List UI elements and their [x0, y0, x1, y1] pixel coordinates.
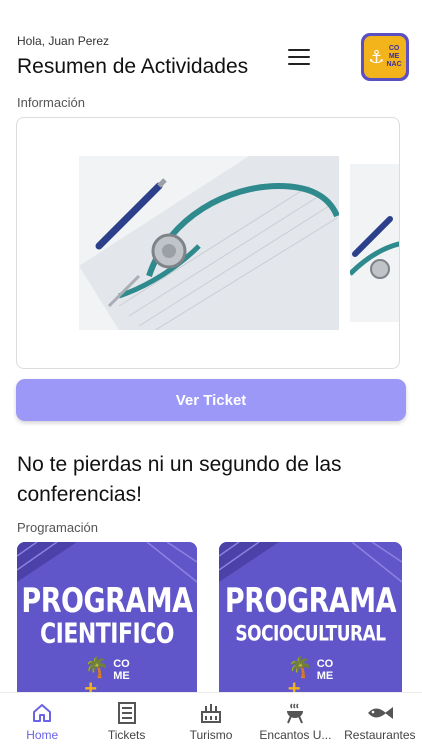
bottom-nav: Home Tickets Turismo Encantos U... Resta…: [0, 692, 422, 750]
logo-text-line: ME: [388, 53, 400, 60]
logo-text-line: ME: [113, 670, 130, 682]
ver-ticket-button[interactable]: Ver Ticket: [16, 379, 406, 421]
greeting: Hola, Juan Perez: [17, 34, 110, 48]
tourism-icon: [200, 701, 222, 725]
header: Hola, Juan Perez Resumen de Actividades …: [0, 0, 422, 90]
nav-home[interactable]: Home: [0, 693, 84, 750]
info-section-label: Información: [17, 95, 85, 110]
logo-text-line: NAC: [386, 61, 402, 68]
logo-text-line: CO: [113, 658, 130, 670]
nav-turismo[interactable]: Turismo: [169, 693, 253, 750]
logo-text-line: ME: [316, 670, 334, 682]
logo-text-line: CO: [316, 658, 334, 670]
nav-label: Turismo: [189, 728, 233, 742]
nav-label: Encantos U...: [259, 728, 332, 742]
page-title: Resumen de Actividades: [17, 55, 249, 78]
programa-subtitle: SOCIOCULTURAL: [235, 621, 386, 647]
palm-tree-icon: 🌴: [84, 657, 110, 679]
fish-icon: [366, 701, 394, 725]
programa-title: PROGRAMA: [21, 582, 193, 621]
info-carousel[interactable]: [16, 117, 400, 369]
ticket-icon: [117, 701, 137, 725]
promo-text: No te pierdas ni un segundo de las confe…: [17, 453, 342, 506]
app-logo[interactable]: ⚓ CO ME NAC: [361, 33, 409, 81]
nav-restaurantes[interactable]: Restaurantes: [338, 693, 422, 750]
programa-subtitle: CIENTIFICO: [39, 618, 175, 651]
menu-icon[interactable]: [288, 49, 310, 65]
nav-label: Home: [26, 728, 59, 742]
palm-tree-icon: 🌴: [287, 657, 313, 679]
programa-cientifico-card[interactable]: PROGRAMA CIENTIFICO 🌴 + CO ME: [17, 542, 197, 702]
nav-label: Tickets: [107, 728, 146, 742]
programa-sociocultural-card[interactable]: PROGRAMA SOCIOCULTURAL 🌴 + CO ME: [219, 542, 402, 702]
nav-tickets[interactable]: Tickets: [84, 693, 168, 750]
home-icon: [32, 701, 52, 725]
programacion-section-label: Programación: [17, 520, 98, 535]
logo-text-line: CO: [388, 45, 400, 52]
carousel-next-slide[interactable]: [350, 164, 399, 322]
grill-icon: [285, 701, 305, 725]
nav-label: Restaurantes: [344, 728, 416, 742]
carousel-slide-image[interactable]: [79, 156, 339, 330]
anchor-icon: ⚓: [368, 47, 385, 67]
nav-encantos[interactable]: Encantos U...: [253, 693, 337, 750]
programa-title: PROGRAMA: [224, 582, 397, 621]
